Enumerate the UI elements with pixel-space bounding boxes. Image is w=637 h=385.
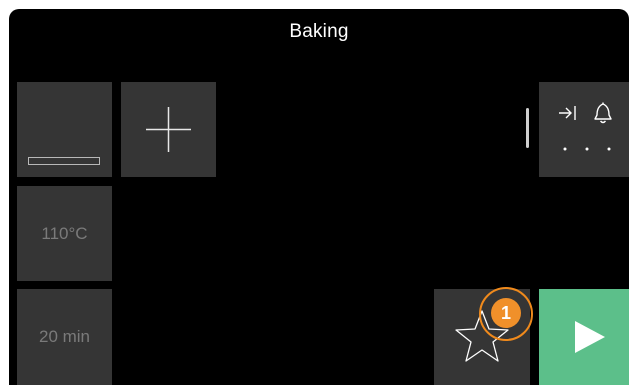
bell-icon [594, 102, 612, 124]
step-badge: 1 [491, 298, 521, 328]
duration-value: 20 min [38, 327, 91, 346]
duration-button[interactable]: 20 min [17, 289, 112, 385]
more-dots-icon [563, 147, 611, 151]
options-button[interactable] [539, 82, 629, 177]
oven-rack-icon [28, 157, 100, 165]
add-step-button[interactable] [121, 82, 216, 177]
temperature-value: 110°C [41, 223, 88, 243]
plus-icon [146, 107, 191, 152]
page-title: Baking [289, 21, 349, 42]
scroll-indicator[interactable] [526, 108, 529, 148]
rack-position-tile[interactable] [17, 82, 112, 177]
skip-to-end-icon [559, 106, 576, 120]
oven-screen: Baking 110°C 20 min 1 [9, 9, 629, 385]
start-button[interactable] [539, 289, 629, 385]
play-icon [575, 321, 605, 353]
temperature-button[interactable]: 110°C [17, 186, 112, 281]
